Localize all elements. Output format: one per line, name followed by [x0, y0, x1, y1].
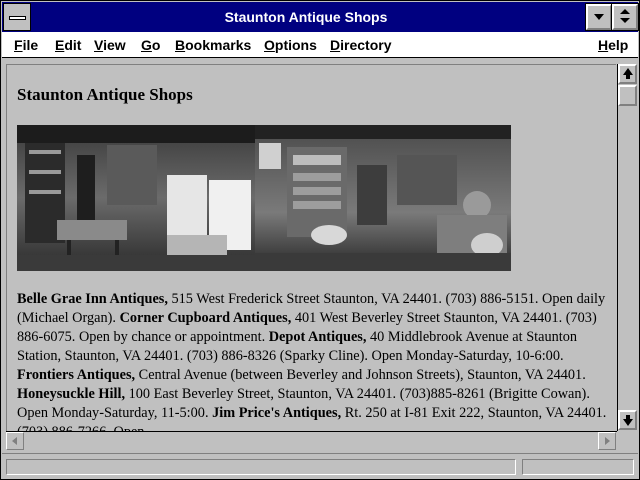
menu-options[interactable]: Options — [264, 37, 317, 53]
restore-up-icon — [620, 9, 630, 14]
scroll-right-button[interactable] — [598, 432, 616, 450]
status-message — [6, 459, 516, 475]
arrow-down-icon — [623, 419, 633, 426]
menu-file[interactable]: File — [14, 37, 38, 53]
menu-view[interactable]: View — [94, 37, 126, 53]
restore-down-icon — [620, 18, 630, 23]
page-title: Staunton Antique Shops — [17, 85, 193, 104]
shop-name: Jim Price's Antiques, — [212, 405, 342, 421]
menu-edit[interactable]: Edit — [55, 37, 81, 53]
window-title: Staunton Antique Shops — [224, 9, 388, 25]
menu-directory-label: irectory — [340, 37, 392, 53]
menu-directory[interactable]: Directory — [330, 37, 391, 53]
minimize-button[interactable] — [585, 3, 613, 31]
menu-view-label: iew — [103, 37, 126, 53]
shop-name: Depot Antiques, — [268, 329, 367, 345]
shop-name: Corner Cupboard Antiques, — [119, 310, 292, 326]
browser-window: Staunton Antique Shops File Edit View Go… — [0, 0, 640, 480]
antique-shops-photo — [17, 125, 511, 271]
scroll-down-button[interactable] — [618, 410, 637, 430]
menu-help[interactable]: Help — [598, 37, 628, 53]
menu-view-accel: V — [94, 37, 104, 53]
shop-details: Central Avenue (between Beverley and Joh… — [135, 367, 586, 383]
menu-options-accel: O — [264, 37, 275, 53]
maximize-button[interactable] — [611, 3, 639, 31]
shop-name: Belle Grae Inn Antiques, — [17, 291, 168, 307]
menu-bookmarks-label: ookmarks — [185, 37, 252, 53]
shop-list-text: Belle Grae Inn Antiques, 515 West Freder… — [17, 290, 607, 431]
status-bar — [2, 453, 638, 479]
menu-options-label: ptions — [274, 37, 317, 53]
menu-bookmarks-accel: B — [175, 37, 186, 53]
scroll-left-button[interactable] — [6, 432, 24, 450]
menu-bookmarks[interactable]: Bookmarks — [175, 37, 251, 53]
menu-directory-accel: D — [330, 37, 341, 53]
menu-file-accel: F — [14, 37, 23, 53]
title-bar[interactable]: Staunton Antique Shops — [2, 2, 639, 32]
arrow-left-icon — [12, 437, 17, 445]
horizontal-scrollbar[interactable] — [6, 431, 617, 450]
arrow-up-stem — [626, 75, 630, 79]
menu-go-accel: G — [141, 37, 152, 53]
scroll-up-button[interactable] — [618, 64, 637, 84]
menu-bar: File Edit View Go Bookmarks Options Dire… — [2, 32, 638, 58]
vertical-scroll-thumb[interactable] — [618, 85, 637, 106]
shop-name: Honeysuckle Hill, — [17, 386, 126, 402]
shop-name: Frontiers Antiques, — [17, 367, 136, 383]
arrow-up-icon — [623, 68, 633, 75]
menu-edit-label: dit — [64, 37, 82, 53]
menu-file-label: ile — [22, 37, 39, 53]
progress-indicator — [522, 459, 634, 475]
system-menu-icon — [9, 16, 26, 20]
menu-go[interactable]: Go — [141, 37, 160, 53]
arrow-right-icon — [605, 437, 610, 445]
menu-edit-accel: E — [55, 37, 65, 53]
system-menu-button[interactable] — [3, 3, 31, 31]
page-content: Staunton Antique Shops Belle Grae Inn An… — [6, 64, 616, 431]
vertical-scrollbar[interactable] — [617, 64, 637, 431]
menu-help-label: elp — [608, 37, 629, 53]
minimize-icon — [594, 14, 604, 20]
menu-help-accel: H — [598, 37, 609, 53]
menu-go-label: o — [151, 37, 161, 53]
